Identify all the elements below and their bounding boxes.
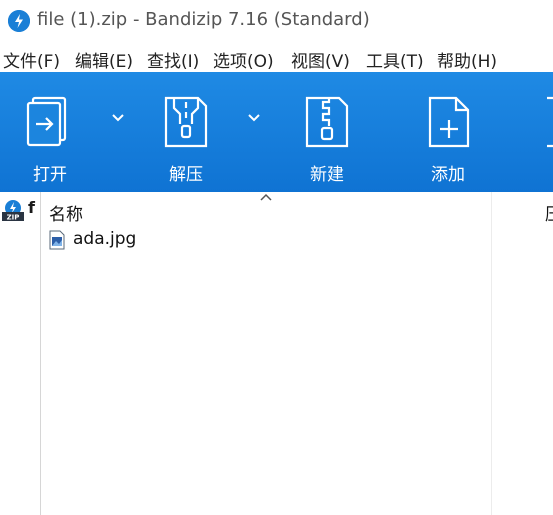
new-archive-icon (305, 96, 349, 148)
partial-tool-icon (547, 96, 553, 148)
menu-options[interactable]: 选项(O) (213, 47, 274, 72)
file-row[interactable]: ada.jpg (47, 228, 347, 252)
next-tool-button[interactable] (533, 72, 553, 192)
zip-archive-icon[interactable]: ZIP (2, 199, 24, 221)
sort-ascending-chevron-icon (260, 193, 272, 201)
svg-text:ZIP: ZIP (7, 214, 20, 222)
menu-edit[interactable]: 编辑(E) (75, 47, 133, 72)
image-file-icon (49, 230, 65, 250)
extract-button[interactable]: 解压 (146, 72, 226, 192)
menu-tools[interactable]: 工具(T) (366, 47, 424, 72)
add-button[interactable]: 添加 (408, 72, 488, 192)
extract-dropdown-chevron-icon[interactable] (246, 110, 262, 126)
toolbar: 打开 解压 新建 添加 (0, 72, 553, 192)
file-name: ada.jpg (73, 229, 137, 249)
extract-label: 解压 (169, 165, 203, 185)
add-file-icon (428, 96, 470, 148)
bandizip-app-icon (8, 10, 30, 32)
open-label: 打开 (33, 165, 67, 185)
menu-file[interactable]: 文件(F) (3, 47, 60, 72)
details-pane: 压 (492, 192, 553, 515)
title-bar: file (1).zip - Bandizip 7.16 (Standard) (0, 0, 553, 42)
open-icon (26, 96, 67, 147)
add-label: 添加 (431, 165, 465, 185)
compressed-size-column-header[interactable]: 压 (545, 200, 553, 225)
menu-bar: 文件(F) 编辑(E) 查找(I) 选项(O) 视图(V) 工具(T) 帮助(H… (0, 42, 553, 72)
menu-find[interactable]: 查找(I) (147, 47, 199, 72)
archive-tree-pane: ZIP f (0, 192, 41, 515)
new-archive-button[interactable]: 新建 (287, 72, 367, 192)
archive-tree-label[interactable]: f (28, 198, 35, 217)
menu-view[interactable]: 视图(V) (291, 47, 350, 72)
open-button[interactable]: 打开 (10, 72, 90, 192)
extract-zip-icon (164, 96, 208, 148)
file-list: 名称 ada.jpg (41, 192, 492, 515)
name-column-header[interactable]: 名称 (49, 200, 83, 225)
open-dropdown-chevron-icon[interactable] (110, 110, 126, 126)
new-label: 新建 (310, 165, 344, 185)
window-title: file (1).zip - Bandizip 7.16 (Standard) (37, 9, 370, 30)
menu-help[interactable]: 帮助(H) (437, 47, 497, 72)
